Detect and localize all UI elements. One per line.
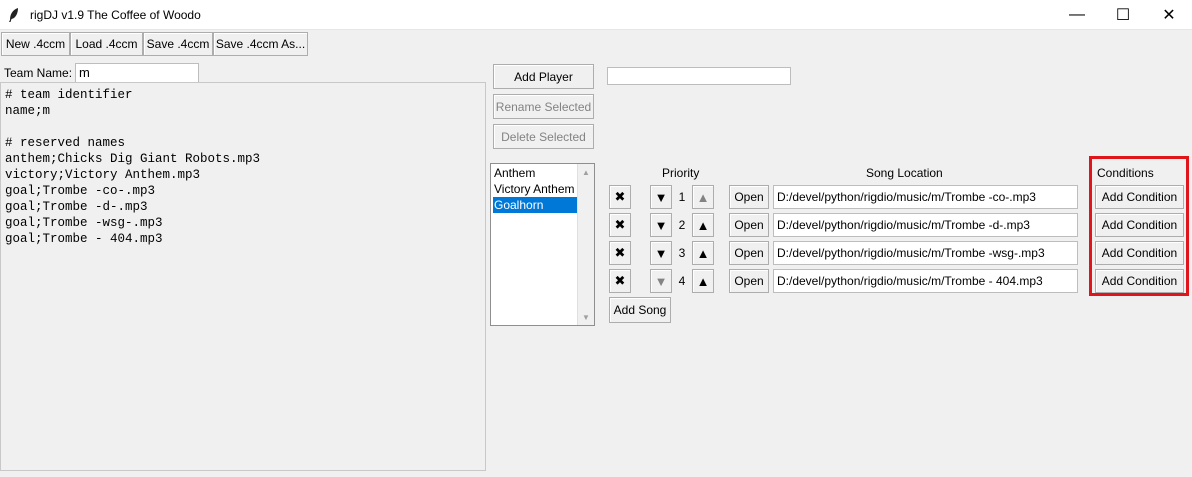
listbox-scrollbar[interactable]: ▲ ▼: [577, 164, 594, 325]
team-name-input[interactable]: m: [75, 63, 199, 83]
song-path-field[interactable]: D:/devel/python/rigdio/music/m/Trombe - …: [773, 269, 1078, 293]
player-list-item[interactable]: Victory Anthem: [493, 181, 580, 197]
add-player-button[interactable]: Add Player: [493, 64, 594, 89]
priority-up-icon[interactable]: ▲: [692, 269, 714, 293]
scroll-down-icon[interactable]: ▼: [578, 309, 594, 325]
config-text-area[interactable]: # team identifier name;m # reserved name…: [0, 82, 486, 471]
player-name-input[interactable]: [607, 67, 791, 85]
scroll-up-icon[interactable]: ▲: [578, 164, 594, 180]
add-song-button[interactable]: Add Song: [609, 297, 671, 323]
priority-value: 3: [678, 246, 686, 260]
song-path-field[interactable]: D:/devel/python/rigdio/music/m/Trombe -w…: [773, 241, 1078, 265]
open-song-button[interactable]: Open: [729, 241, 769, 265]
player-list-item[interactable]: Anthem: [493, 165, 580, 181]
title-bar: rigDJ v1.9 The Coffee of Woodo — ☐ ✕: [0, 0, 1192, 30]
player-list-item-selected[interactable]: Goalhorn: [493, 197, 580, 213]
open-song-button[interactable]: Open: [729, 269, 769, 293]
team-name-label: Team Name:: [4, 66, 73, 80]
priority-down-icon[interactable]: ▼: [650, 185, 672, 209]
priority-down-icon[interactable]: ▼: [650, 213, 672, 237]
save-as-button[interactable]: Save .4ccm As...: [213, 32, 308, 56]
window-title: rigDJ v1.9 The Coffee of Woodo: [30, 8, 201, 22]
load-file-button[interactable]: Load .4ccm: [70, 32, 143, 56]
song-path-field[interactable]: D:/devel/python/rigdio/music/m/Trombe -d…: [773, 213, 1078, 237]
new-file-button[interactable]: New .4ccm: [1, 32, 70, 56]
priority-down-icon[interactable]: ▼: [650, 241, 672, 265]
player-listbox[interactable]: Anthem Victory Anthem Goalhorn ▲ ▼: [490, 163, 595, 326]
minimize-button[interactable]: —: [1054, 0, 1100, 30]
song-location-header: Song Location: [866, 166, 943, 180]
priority-header: Priority: [662, 166, 700, 180]
remove-song-icon[interactable]: ✖: [609, 185, 631, 209]
feather-icon: [9, 8, 18, 22]
remove-song-icon[interactable]: ✖: [609, 241, 631, 265]
remove-song-icon[interactable]: ✖: [609, 269, 631, 293]
close-button[interactable]: ✕: [1146, 0, 1192, 30]
priority-down-icon[interactable]: ▼: [650, 269, 672, 293]
maximize-button[interactable]: ☐: [1100, 0, 1146, 30]
remove-song-icon[interactable]: ✖: [609, 213, 631, 237]
open-song-button[interactable]: Open: [729, 213, 769, 237]
priority-up-icon[interactable]: ▲: [692, 213, 714, 237]
priority-up-icon[interactable]: ▲: [692, 241, 714, 265]
open-song-button[interactable]: Open: [729, 185, 769, 209]
save-file-button[interactable]: Save .4ccm: [143, 32, 213, 56]
priority-value: 4: [678, 274, 686, 288]
priority-value: 2: [678, 218, 686, 232]
rename-selected-button[interactable]: Rename Selected: [493, 94, 594, 119]
conditions-highlight-box: [1089, 156, 1189, 296]
priority-value: 1: [678, 190, 686, 204]
song-path-field[interactable]: D:/devel/python/rigdio/music/m/Trombe -c…: [773, 185, 1078, 209]
priority-up-icon[interactable]: ▲: [692, 185, 714, 209]
delete-selected-button[interactable]: Delete Selected: [493, 124, 594, 149]
